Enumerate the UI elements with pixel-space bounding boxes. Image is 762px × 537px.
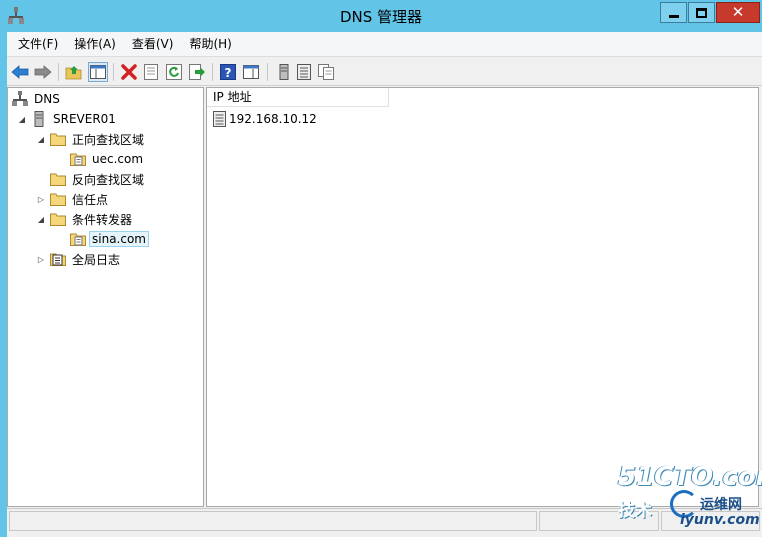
toolbar: ? [7,56,762,86]
folder-icon [50,133,66,146]
watermark-iyunv: iyunv.com [680,512,760,528]
collapse-icon[interactable]: ◢ [36,134,46,144]
watermark-51cto: 51CTO.com [618,462,762,492]
server-button[interactable] [274,62,294,82]
record-list-button[interactable] [294,62,314,82]
list-item-ip: 192.168.10.12 [229,112,317,126]
delete-button[interactable] [119,62,139,82]
tree-label-conditional-forwarders: 条件转发器 [72,212,133,227]
copy-icon [318,64,334,80]
tree-node-forward-zones[interactable]: ◢ 正向查找区域 [36,129,147,149]
folder-up-icon [65,66,82,80]
toolbar-separator [267,63,268,81]
dns-manager-window: DNS 管理器 ✕ 文件(F) 操作(A) 查看(V) 帮助(H) ? DNS … [0,0,762,537]
action-pane-icon [243,65,259,79]
tree-label-dns: DNS [34,92,60,106]
tree-label-server: SREVER01 [53,112,116,126]
toolbar-separator [113,63,114,81]
properties-icon [144,64,158,80]
tree-label-trust-points: 信任点 [72,192,109,207]
menu-action[interactable]: 操作(A) [66,32,124,56]
column-header-ip-address[interactable]: IP 地址 [207,88,389,107]
tree-node-server[interactable]: ◢ SREVER01 [17,109,119,129]
server-icon [279,64,289,80]
svg-text:?: ? [225,66,232,80]
server-icon [34,111,44,127]
expand-icon[interactable]: ▷ [36,194,46,204]
record-list-icon [297,64,311,80]
expand-icon[interactable]: ▷ [36,254,46,264]
maximize-icon [696,7,707,18]
menu-file[interactable]: 文件(F) [10,32,66,56]
list-item[interactable]: 192.168.10.12 [213,110,317,128]
menu-bar: 文件(F) 操作(A) 查看(V) 帮助(H) [7,32,762,56]
folder-icon [50,193,66,206]
tree-node-sina-com[interactable]: sina.com [70,229,149,249]
toolbar-separator [58,63,59,81]
tree-node-global-logs[interactable]: ▷ 全局日志 [36,249,123,269]
help-icon: ? [220,64,236,80]
folder-icon [50,213,66,226]
show-action-pane-button[interactable] [241,62,261,82]
status-bar-panel [9,511,537,531]
arrow-right-icon [34,65,52,79]
back-button[interactable] [10,62,30,82]
export-icon [189,64,205,80]
show-hide-console-tree-button[interactable] [88,62,108,82]
forward-button[interactable] [33,62,53,82]
delete-icon [121,64,137,80]
collapse-icon[interactable]: ◢ [36,214,46,224]
menu-view[interactable]: 查看(V) [124,32,182,56]
copy-records-button[interactable] [316,62,336,82]
tree-label-global-logs: 全局日志 [72,252,121,267]
close-icon: ✕ [731,3,745,21]
tree-node-trust-points[interactable]: ▷ 信任点 [36,189,111,209]
minimize-button[interactable] [660,2,687,23]
up-folder-button[interactable] [64,62,84,82]
tree-node-uec-com[interactable]: uec.com [70,149,146,169]
properties-button[interactable] [141,62,161,82]
toolbar-separator [212,63,213,81]
tree-label-forward-zones: 正向查找区域 [72,132,145,147]
minimize-icon [668,14,679,18]
menu-help[interactable]: 帮助(H) [181,32,239,56]
column-header-row: IP 地址 [207,88,389,107]
help-button[interactable]: ? [218,62,238,82]
refresh-button[interactable] [164,62,184,82]
watermark-ops: 运维网 [700,497,742,513]
tree-node-conditional-forwarders[interactable]: ◢ 条件转发器 [36,209,135,229]
export-list-button[interactable] [187,62,207,82]
zone-icon [70,233,86,246]
collapse-icon[interactable]: ◢ [17,114,27,124]
console-tree[interactable]: DNS ◢ SREVER01 ◢ 正向查找区域 uec.com 反向查找区域 ▷… [7,87,204,507]
tree-node-dns[interactable]: DNS [12,89,63,109]
console-tree-icon [90,65,106,79]
close-button[interactable]: ✕ [716,2,760,23]
dns-icon [12,91,28,106]
arrow-left-icon [11,65,29,79]
window-title: DNS 管理器 [339,8,423,26]
zone-icon [70,153,86,166]
folder-icon [50,173,66,186]
refresh-icon [166,64,182,80]
tree-node-reverse-zones[interactable]: 反向查找区域 [50,169,147,189]
watermark: 51CTO.com 技术 运维网 iyunv.com [612,462,762,536]
title-bar[interactable]: DNS 管理器 ✕ [0,0,762,32]
tree-label-sina-com: sina.com [89,231,149,247]
event-log-icon [50,253,66,266]
maximize-button[interactable] [688,2,715,23]
results-pane[interactable]: IP 地址 192.168.10.12 [206,87,759,507]
tree-label-reverse-zones: 反向查找区域 [72,172,145,187]
watermark-tech: 技术 [618,501,652,521]
tree-label-uec-com: uec.com [92,152,144,166]
ip-address-icon [213,111,226,127]
